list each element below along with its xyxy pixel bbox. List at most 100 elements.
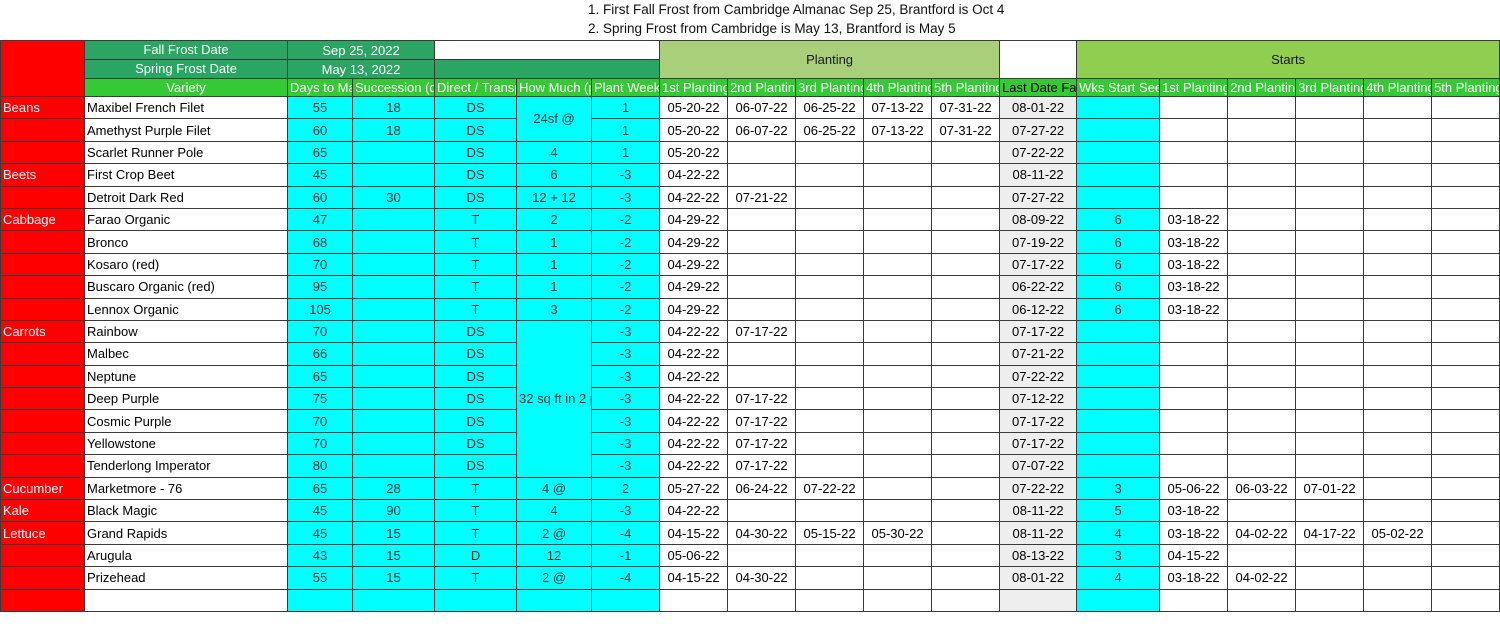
- col-header-planting-4[interactable]: 4th Planting: [863, 78, 933, 97]
- plant-weeks-pre-frost[interactable]: -3: [591, 342, 661, 366]
- how-much-plants[interactable]: 4: [516, 499, 593, 523]
- start-date-1[interactable]: [1159, 454, 1229, 478]
- direct-or-transplant[interactable]: DS: [434, 431, 518, 456]
- planting-date-2[interactable]: 07-17-22: [727, 387, 797, 411]
- succession-days[interactable]: [351, 319, 436, 344]
- plant-weeks-pre-frost[interactable]: -4: [591, 566, 661, 590]
- succession-days[interactable]: 15: [351, 543, 436, 568]
- days-to-maturity[interactable]: 95: [287, 275, 353, 299]
- start-date-1[interactable]: 04-15-22: [1159, 543, 1229, 568]
- wks-start-seeds-pre-transplant[interactable]: 5: [1076, 499, 1161, 523]
- days-to-maturity[interactable]: 68: [287, 230, 353, 254]
- start-date-1[interactable]: [1159, 364, 1229, 389]
- days-to-maturity[interactable]: 70: [287, 252, 353, 277]
- start-date-3[interactable]: [1295, 409, 1365, 433]
- planting-date-4[interactable]: [863, 566, 933, 590]
- planting-date-3[interactable]: [795, 230, 865, 254]
- table-row[interactable]: Bronco 68 T 1 -2 04-29-22 07-19-22 6 03-18-22: [0, 230, 1500, 254]
- last-date-fall-planting[interactable]: 07-12-22: [999, 387, 1078, 411]
- planting-date-3[interactable]: [795, 409, 865, 433]
- start-date-5[interactable]: [1431, 342, 1500, 366]
- how-much-plants[interactable]: 2: [516, 207, 593, 232]
- succession-days[interactable]: 15: [351, 521, 436, 545]
- start-date-4[interactable]: [1363, 207, 1433, 232]
- table-row[interactable]: Prizehead 55 15 T 2 @ -4 04-15-22 04-30-22 08-01…: [0, 566, 1500, 590]
- planting-date-3[interactable]: [795, 566, 865, 590]
- start-date-1[interactable]: 03-18-22: [1159, 207, 1229, 232]
- empty-cell[interactable]: [863, 588, 933, 612]
- start-date-2[interactable]: [1227, 207, 1297, 232]
- table-row[interactable]: Kale Black Magic 45 90 T 4 -3 04-22-22 08-11-22 5…: [0, 499, 1500, 523]
- plant-weeks-pre-frost[interactable]: -2: [591, 207, 661, 232]
- col-header-start-5[interactable]: 5th Planting: [1431, 78, 1500, 97]
- start-date-3[interactable]: [1295, 95, 1365, 120]
- planting-date-4[interactable]: [863, 409, 933, 433]
- wks-start-seeds-pre-transplant[interactable]: [1076, 163, 1161, 187]
- start-date-2[interactable]: 04-02-22: [1227, 566, 1297, 590]
- days-to-maturity[interactable]: 55: [287, 95, 353, 120]
- last-date-fall-planting[interactable]: 07-22-22: [999, 364, 1078, 389]
- start-date-1[interactable]: [1159, 387, 1229, 411]
- start-date-3[interactable]: [1295, 230, 1365, 254]
- last-date-fall-planting[interactable]: 07-07-22: [999, 454, 1078, 478]
- empty-cell[interactable]: [351, 588, 436, 612]
- start-date-3[interactable]: [1295, 364, 1365, 389]
- how-much-plants[interactable]: 4: [516, 140, 593, 165]
- succession-days[interactable]: [351, 409, 436, 433]
- start-date-3[interactable]: [1295, 431, 1365, 456]
- start-date-2[interactable]: [1227, 140, 1297, 165]
- planting-date-5[interactable]: [931, 566, 1001, 590]
- col-header-direct-transplant[interactable]: Direct / Transplant: [434, 78, 518, 97]
- planting-date-1[interactable]: 04-22-22: [659, 499, 729, 523]
- start-date-4[interactable]: [1363, 140, 1433, 165]
- variety-name[interactable]: First Crop Beet: [84, 163, 288, 187]
- planting-date-2[interactable]: [727, 499, 797, 523]
- plant-weeks-pre-frost[interactable]: -2: [591, 275, 661, 299]
- how-much-plants[interactable]: 6: [516, 163, 593, 187]
- start-date-3[interactable]: [1295, 207, 1365, 232]
- how-much-plants[interactable]: 1: [516, 252, 593, 277]
- planting-date-3[interactable]: [795, 185, 865, 209]
- start-date-4[interactable]: [1363, 499, 1433, 523]
- succession-days[interactable]: 90: [351, 499, 436, 523]
- start-date-3[interactable]: [1295, 185, 1365, 209]
- wks-start-seeds-pre-transplant[interactable]: 6: [1076, 230, 1161, 254]
- how-much-plants[interactable]: 12: [516, 543, 593, 568]
- start-date-4[interactable]: [1363, 364, 1433, 389]
- start-date-5[interactable]: [1431, 431, 1500, 456]
- start-date-4[interactable]: [1363, 476, 1433, 501]
- start-date-2[interactable]: 06-03-22: [1227, 476, 1297, 501]
- planting-date-3[interactable]: [795, 499, 865, 523]
- start-date-3[interactable]: [1295, 275, 1365, 299]
- planting-date-2[interactable]: [727, 163, 797, 187]
- direct-or-transplant[interactable]: D: [434, 543, 518, 568]
- start-date-3[interactable]: 04-17-22: [1295, 521, 1365, 545]
- direct-or-transplant[interactable]: DS: [434, 364, 518, 389]
- planting-date-1[interactable]: 05-27-22: [659, 476, 729, 501]
- days-to-maturity[interactable]: 66: [287, 342, 353, 366]
- planting-date-3[interactable]: [795, 297, 865, 321]
- planting-date-5[interactable]: [931, 275, 1001, 299]
- start-date-1[interactable]: [1159, 185, 1229, 209]
- succession-days[interactable]: [351, 297, 436, 321]
- variety-name[interactable]: Tenderlong Imperator: [84, 454, 288, 478]
- how-much-plants[interactable]: 2 @: [516, 521, 593, 545]
- direct-or-transplant[interactable]: DS: [434, 185, 518, 209]
- planting-date-2[interactable]: 07-17-22: [727, 319, 797, 344]
- variety-name[interactable]: Cosmic Purple: [84, 409, 288, 433]
- succession-days[interactable]: [351, 364, 436, 389]
- planting-date-5[interactable]: [931, 163, 1001, 187]
- plant-weeks-pre-frost[interactable]: -3: [591, 387, 661, 411]
- planting-date-4[interactable]: 05-30-22: [863, 521, 933, 545]
- start-date-1[interactable]: [1159, 140, 1229, 165]
- planting-date-3[interactable]: 07-22-22: [795, 476, 865, 501]
- col-header-plant-weeks-pre-frost[interactable]: Plant Weeks Pre Frost: [591, 78, 661, 97]
- days-to-maturity[interactable]: 70: [287, 319, 353, 344]
- start-date-1[interactable]: 03-18-22: [1159, 521, 1229, 545]
- start-date-2[interactable]: [1227, 95, 1297, 120]
- succession-days[interactable]: [351, 387, 436, 411]
- how-much-plants[interactable]: 4 @: [516, 476, 593, 501]
- planting-date-3[interactable]: [795, 543, 865, 568]
- empty-cell[interactable]: [84, 588, 288, 612]
- planting-date-2[interactable]: [727, 543, 797, 568]
